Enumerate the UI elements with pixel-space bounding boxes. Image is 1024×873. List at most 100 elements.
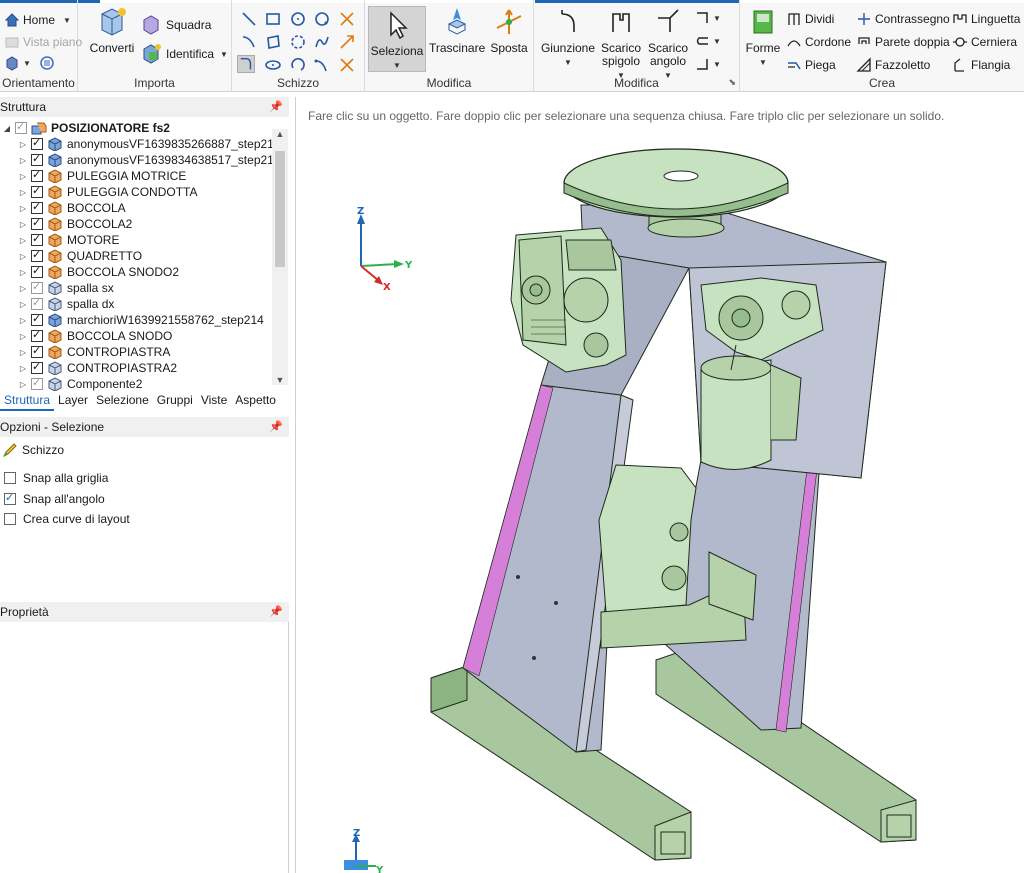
visibility-checkbox[interactable] [31, 360, 43, 374]
visibility-checkbox[interactable] [31, 376, 43, 390]
fillet-tool-icon[interactable] [237, 55, 255, 73]
tree-item[interactable]: ▷spalla dx [18, 296, 114, 312]
tree-item[interactable]: ▷MOTORE [18, 232, 119, 248]
parete-doppia-button[interactable]: Parete doppia [856, 34, 950, 50]
expand-arrow-icon[interactable]: ▷ [18, 364, 28, 373]
expand-arrow-icon[interactable]: ▷ [18, 156, 28, 165]
cerniera-button[interactable]: Cerniera [952, 34, 1017, 50]
pin-icon[interactable]: 📌 [269, 602, 283, 622]
cordone-button[interactable]: Cordone [786, 34, 851, 50]
visibility-checkbox[interactable] [31, 232, 43, 246]
tree-item[interactable]: ▷PULEGGIA CONDOTTA [18, 184, 197, 200]
left-gearmotor[interactable] [510, 227, 627, 373]
tree-item[interactable]: ▷marchioriW1639921558762_step214 [18, 312, 264, 328]
snap-grid-option[interactable]: Snap alla griglia [4, 471, 108, 485]
expand-arrow-icon[interactable]: ▷ [18, 140, 28, 149]
scroll-down-arrow-icon[interactable]: ▼ [272, 375, 288, 385]
expand-arrow-icon[interactable]: ▷ [18, 252, 28, 261]
design-viewport[interactable]: Fare clic su un oggetto. Fare doppio cli… [295, 97, 1024, 873]
visibility-checkbox[interactable] [31, 184, 43, 198]
snap-grid-checkbox[interactable] [4, 472, 16, 484]
tab-aspetto[interactable]: Aspetto [231, 391, 280, 411]
scroll-up-arrow-icon[interactable]: ▲ [272, 129, 288, 139]
visibility-checkbox[interactable] [31, 344, 43, 358]
expand-arrow-icon[interactable]: ▷ [18, 380, 28, 389]
tree-item[interactable]: ▷BOCCOLA SNODO [18, 328, 172, 344]
identifica-button[interactable]: Identifica ▼ [140, 43, 228, 65]
tree-item[interactable]: ▷BOCCOLA [18, 200, 126, 216]
circle-tool-icon[interactable] [289, 10, 307, 28]
corner-option-3-dropdown[interactable]: ▼ [694, 56, 721, 72]
expand-arrow-icon[interactable]: ▷ [18, 348, 28, 357]
contrassegno-button[interactable]: Contrassegno [856, 11, 950, 27]
forme-button[interactable]: Forme ▼ [744, 6, 782, 69]
visibility-checkbox[interactable] [31, 200, 43, 214]
expand-arrow-icon[interactable]: ▷ [18, 172, 28, 181]
flangia-button[interactable]: Flangia [952, 57, 1010, 73]
visibility-checkbox[interactable] [31, 328, 43, 342]
snap-angle-checkbox[interactable] [4, 491, 16, 505]
view-triad[interactable] [357, 214, 404, 285]
pin-icon[interactable]: 📌 [269, 417, 283, 437]
tree-item[interactable]: ▷spalla sx [18, 280, 114, 296]
expand-arrow-icon[interactable]: ▷ [18, 236, 28, 245]
tree-item[interactable]: ▷PULEGGIA MOTRICE [18, 168, 186, 184]
squadra-button[interactable]: Squadra [140, 14, 211, 36]
tree-item[interactable]: ▷CONTROPIASTRA [18, 344, 170, 360]
visibility-checkbox[interactable] [31, 312, 43, 326]
layout-curves-option[interactable]: Crea curve di layout [4, 512, 130, 526]
arc-tool-icon[interactable] [240, 33, 258, 51]
tab-selezione[interactable]: Selezione [92, 391, 153, 411]
visibility-checkbox[interactable] [31, 248, 43, 262]
expand-arrow-icon[interactable]: ▷ [18, 300, 28, 309]
visibility-checkbox[interactable] [31, 136, 43, 150]
home-button[interactable]: Home ▼ [4, 12, 71, 28]
piega-button[interactable]: Piega [786, 57, 836, 73]
split-line-icon[interactable] [338, 56, 356, 74]
tree-item[interactable]: ▷CONTROPIASTRA2 [18, 360, 177, 376]
expand-arrow-icon[interactable]: ▷ [18, 220, 28, 229]
tangent-arc-icon[interactable] [313, 56, 331, 74]
ellipse-tool-icon[interactable] [264, 56, 282, 74]
tree-root[interactable]: ◢ POSIZIONATORE fs2 [2, 120, 170, 136]
sposta-button[interactable]: Sposta [487, 6, 531, 55]
collapse-arrow-icon[interactable]: ◢ [2, 124, 12, 133]
tree-item[interactable]: ▷QUADRETTO [18, 248, 142, 264]
corner-triad[interactable] [344, 834, 376, 870]
expand-arrow-icon[interactable]: ▷ [18, 332, 28, 341]
tree-item[interactable]: ▷anonymousVF1639835266887_step214 [18, 136, 281, 152]
dividi-button[interactable]: Dividi [786, 11, 834, 27]
expand-arrow-icon[interactable]: ▷ [18, 204, 28, 213]
tab-struttura[interactable]: Struttura [0, 391, 55, 411]
tree-item[interactable]: ▷anonymousVF1639834638517_step214 [18, 152, 281, 168]
vista-piano-button[interactable]: Vista piano [4, 34, 82, 50]
visibility-checkbox[interactable] [31, 296, 43, 310]
corner-option-1-dropdown[interactable]: ▼ [694, 10, 721, 26]
tab-layer[interactable]: Layer [54, 391, 92, 411]
tree-item[interactable]: ▷BOCCOLA2 [18, 216, 132, 232]
visibility-checkbox[interactable] [31, 152, 43, 166]
expand-arrow-icon[interactable]: ▷ [18, 316, 28, 325]
pin-icon[interactable]: 📌 [269, 97, 283, 117]
tree-item[interactable]: ▷BOCCOLA SNODO2 [18, 264, 179, 280]
sweep-arc-icon[interactable] [289, 56, 307, 74]
scarico-spigolo-button[interactable]: Scarico spigolo ▼ [596, 6, 646, 82]
spline-tool-icon[interactable] [313, 33, 331, 51]
linguetta-button[interactable]: Linguetta [952, 11, 1020, 27]
scrollbar-thumb[interactable] [275, 151, 285, 267]
dialog-launcher-icon[interactable]: ⬊ [728, 77, 736, 88]
giunzione-button[interactable]: Giunzione ▼ [540, 6, 596, 69]
extend-tool-icon[interactable] [338, 33, 356, 51]
view-cube-dropdown[interactable]: ▼ [4, 55, 58, 71]
tab-viste[interactable]: Viste [197, 391, 231, 411]
seleziona-button[interactable]: Seleziona ▼ [368, 6, 426, 72]
converti-button[interactable]: Converti [86, 6, 138, 55]
tab-gruppi[interactable]: Gruppi [153, 391, 197, 411]
trascinare-button[interactable]: Trascinare [429, 6, 485, 55]
visibility-checkbox[interactable] [31, 264, 43, 278]
polygon-tool-icon[interactable] [313, 10, 331, 28]
visibility-checkbox[interactable] [15, 120, 27, 134]
scarico-angolo-button[interactable]: Scarico angolo ▼ [644, 6, 692, 82]
visibility-checkbox[interactable] [31, 280, 43, 294]
snap-angle-option[interactable]: Snap all'angolo [4, 491, 105, 506]
